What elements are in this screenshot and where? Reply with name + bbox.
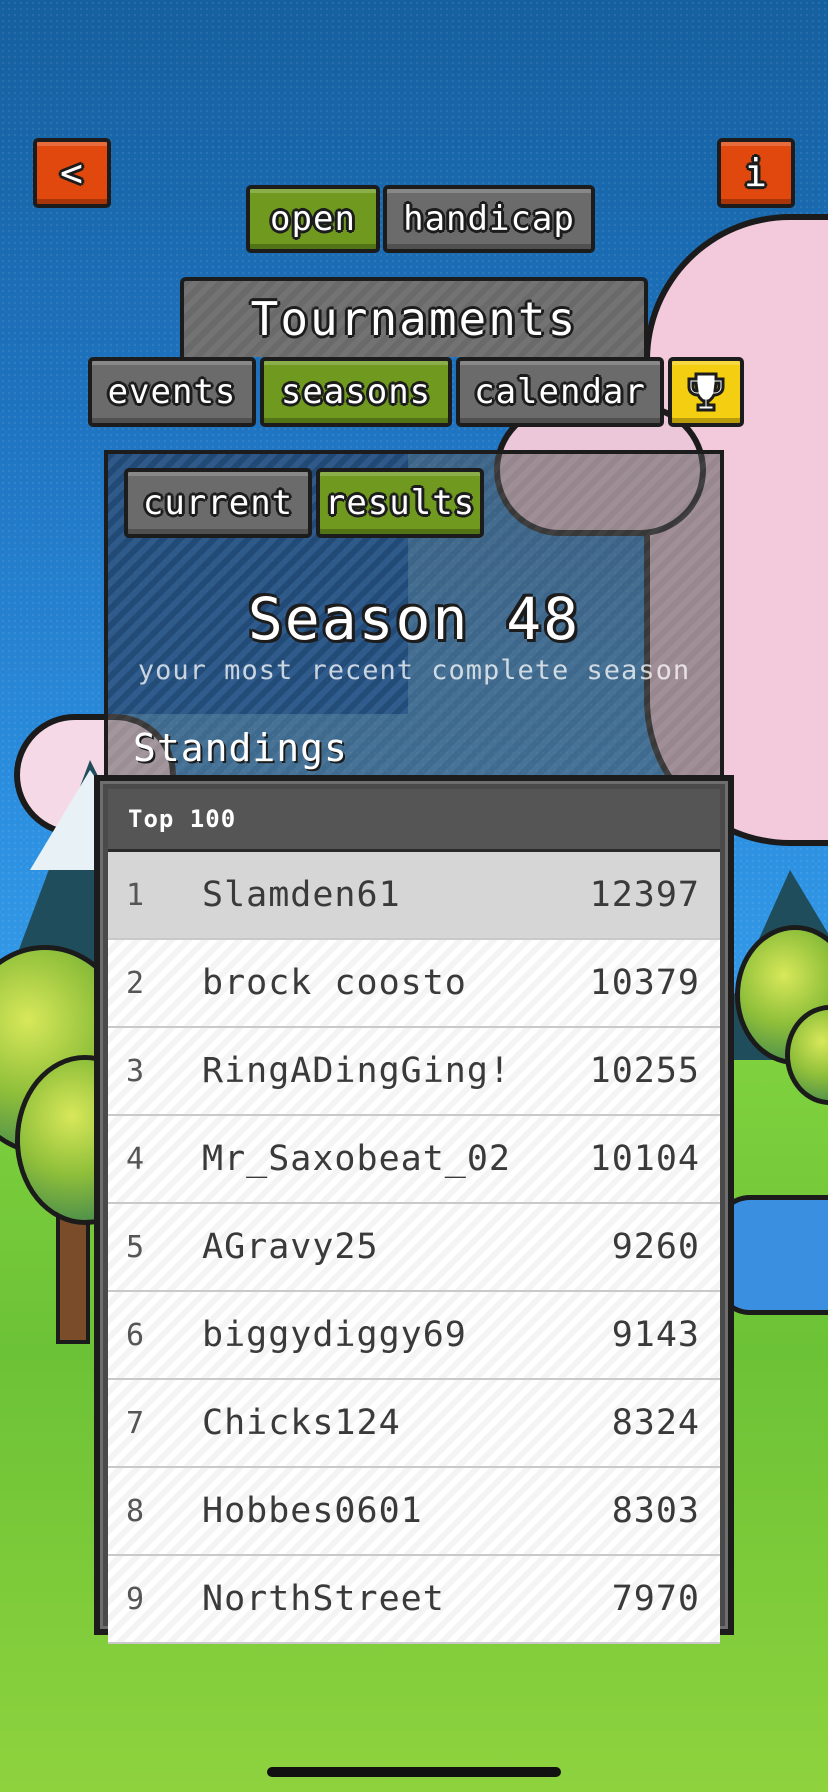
row-rank: 1 (126, 877, 145, 913)
row-score: 9260 (611, 1227, 700, 1267)
row-player-name: Mr_Saxobeat_02 (202, 1139, 512, 1179)
tree-trunk (60, 1200, 86, 1340)
row-score: 8303 (611, 1491, 700, 1531)
tab-seasons[interactable]: seasons (260, 357, 452, 427)
row-rank: 9 (126, 1581, 145, 1617)
row-rank: 8 (126, 1493, 145, 1529)
tab-results[interactable]: results (316, 468, 484, 538)
leaderboard-row[interactable]: 5 AGravy25 9260 (108, 1204, 720, 1292)
row-player-name: Slamden61 (202, 875, 401, 915)
tab-handicap-label: handicap (403, 199, 575, 239)
tab-calendar-label: calendar (474, 372, 646, 412)
tab-results-label: results (324, 483, 476, 523)
back-arrow-icon: < (60, 151, 84, 195)
tab-current-label: current (142, 483, 294, 523)
row-rank: 5 (126, 1229, 145, 1265)
trophy-button[interactable] (668, 357, 744, 427)
leaderboard-row[interactable]: 3 RingADingGing! 10255 (108, 1028, 720, 1116)
row-score: 10104 (589, 1139, 700, 1179)
row-player-name: Hobbes0601 (202, 1491, 423, 1531)
row-score: 7970 (611, 1579, 700, 1619)
tab-open-label: open (270, 199, 356, 239)
info-icon: i (744, 151, 768, 195)
row-player-name: biggydiggy69 (202, 1315, 467, 1355)
leaderboard-row[interactable]: 1 Slamden61 12397 (108, 852, 720, 940)
tab-seasons-label: seasons (280, 372, 432, 412)
leaderboard-rows[interactable]: 1 Slamden61 12397 2 brock coosto 10379 3… (108, 852, 720, 1644)
row-player-name: RingADingGing! (202, 1051, 512, 1091)
tab-handicap[interactable]: handicap (383, 185, 595, 253)
season-title: Season 48 (247, 585, 581, 653)
leaderboard-row[interactable]: 4 Mr_Saxobeat_02 10104 (108, 1116, 720, 1204)
home-indicator[interactable] (267, 1767, 561, 1777)
row-rank: 7 (126, 1405, 145, 1441)
page-title: Tournaments (180, 277, 648, 357)
row-rank: 4 (126, 1141, 145, 1177)
tab-current[interactable]: current (124, 468, 312, 538)
row-rank: 6 (126, 1317, 145, 1353)
info-button[interactable]: i (717, 138, 795, 208)
row-player-name: brock coosto (202, 963, 467, 1003)
leaderboard-header: Top 100 (108, 789, 720, 852)
row-player-name: AGravy25 (202, 1227, 379, 1267)
leaderboard: Top 100 1 Slamden61 12397 2 brock coosto… (94, 775, 734, 1644)
row-rank: 3 (126, 1053, 145, 1089)
row-score: 9143 (611, 1315, 700, 1355)
leaderboard-row[interactable]: 2 brock coosto 10379 (108, 940, 720, 1028)
leaderboard-row[interactable]: 8 Hobbes0601 8303 (108, 1468, 720, 1556)
row-rank: 2 (126, 965, 145, 1001)
pond (720, 1200, 828, 1310)
row-player-name: NorthStreet (202, 1579, 445, 1619)
back-button[interactable]: < (33, 138, 111, 208)
standings-label: Standings (133, 726, 348, 770)
leaderboard-row[interactable]: 7 Chicks124 8324 (108, 1380, 720, 1468)
trophy-icon (687, 372, 725, 412)
season-subtitle: your most recent complete season (137, 655, 691, 686)
tab-events[interactable]: events (88, 357, 256, 427)
row-player-name: Chicks124 (202, 1403, 401, 1443)
tab-open[interactable]: open (246, 185, 380, 253)
row-score: 8324 (611, 1403, 700, 1443)
tab-events-label: events (107, 372, 237, 412)
leaderboard-row[interactable]: 6 biggydiggy69 9143 (108, 1292, 720, 1380)
row-score: 10379 (589, 963, 700, 1003)
row-score: 12397 (589, 875, 700, 915)
leaderboard-row[interactable]: 9 NorthStreet 7970 (108, 1556, 720, 1644)
tab-calendar[interactable]: calendar (456, 357, 664, 427)
row-score: 10255 (589, 1051, 700, 1091)
